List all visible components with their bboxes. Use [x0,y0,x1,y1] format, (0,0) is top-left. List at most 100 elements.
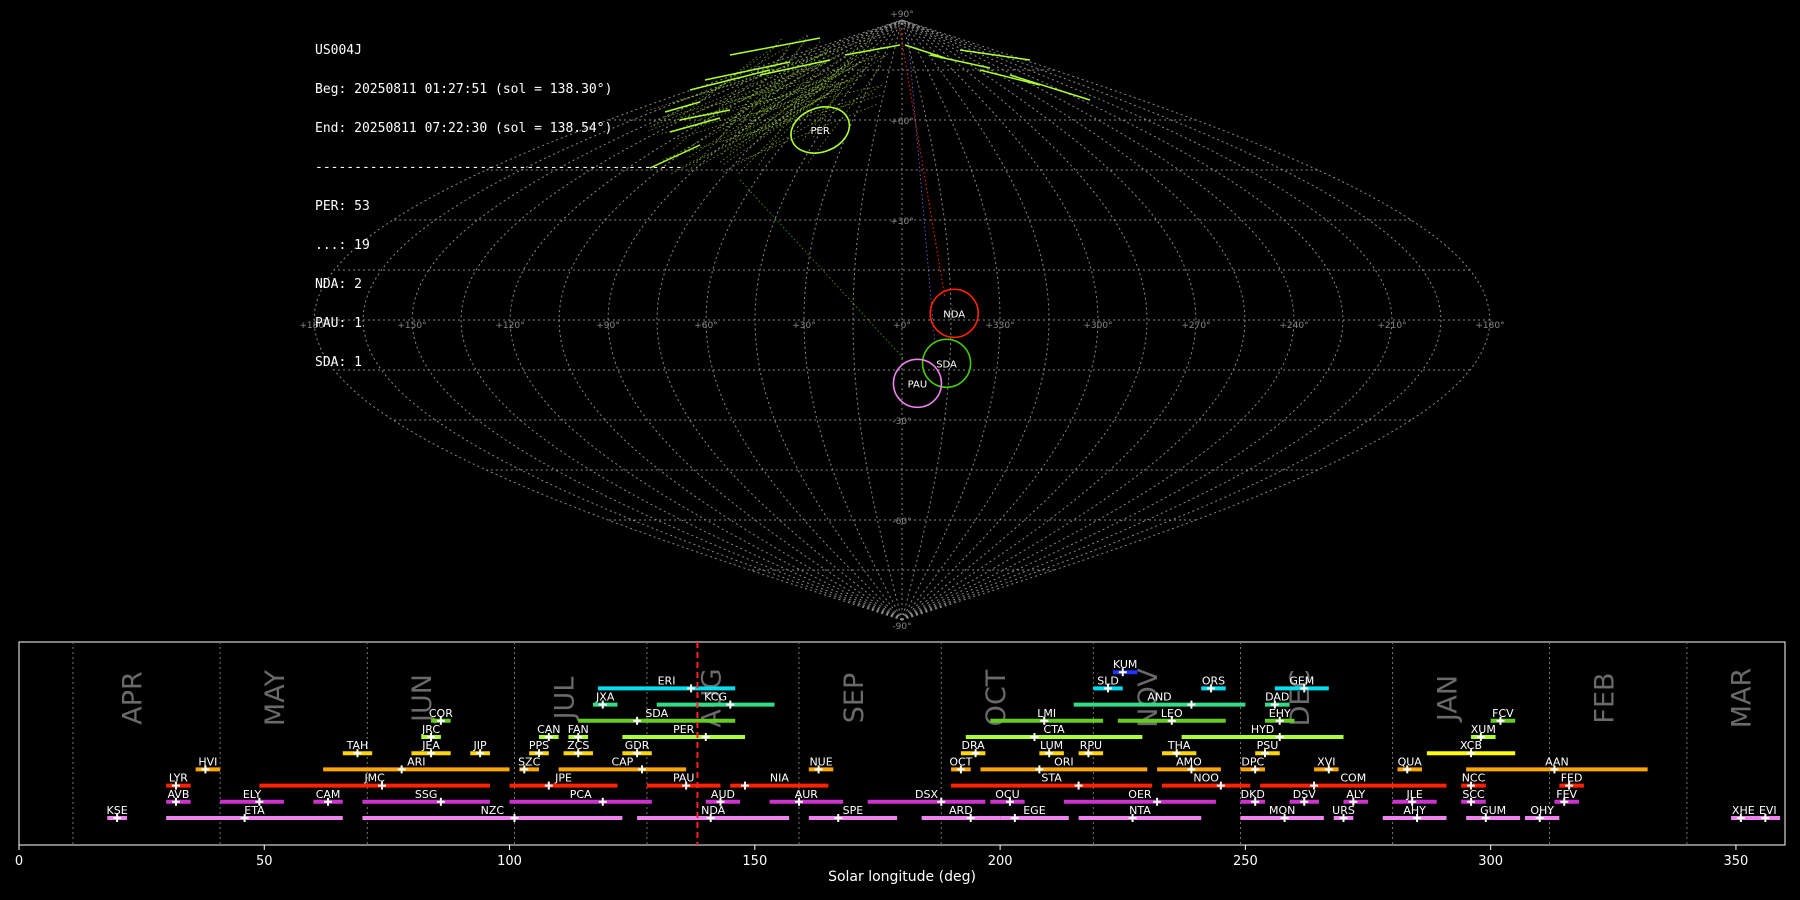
x-tick-label: 50 [256,854,273,869]
shower-label: JPE [554,772,572,785]
station-id: US004J [315,43,362,58]
shower-label: AMO [1176,755,1202,768]
shower-label: NCC [1462,772,1486,785]
trail-line [729,42,870,154]
shower-label: DSV [1293,788,1316,801]
trail-line [745,47,827,132]
month-label: JUL [549,677,580,722]
longitude-label: +60° [694,321,718,331]
trail-line [907,34,936,346]
shower-label: QUA [1398,755,1423,768]
shower-label: XUM [1471,723,1496,736]
month-label: MAR [1727,668,1758,729]
shower-label: LEO [1161,707,1183,720]
shower-label: ARI [407,755,425,768]
trail-line [678,50,848,130]
longitude-label: +330° [985,321,1014,331]
shower-label: SDA [645,707,668,720]
shower-label: PCA [570,788,592,801]
shower-label: SSG [415,788,438,801]
shower-label: KSE [107,804,128,817]
month-label: SEP [839,673,870,723]
trail-segment [844,44,901,56]
shower-label: MON [1269,804,1295,817]
shower-label: ETA [244,804,265,817]
shower-label: OCT [949,755,972,768]
meteor-trails [644,29,1091,361]
shower-label: THA [1167,739,1191,752]
shower-label: JXA [595,691,615,704]
shower-label: JMC [363,772,385,785]
shower-label: AUR [795,788,819,801]
month-label: OCT [981,669,1012,726]
latitude-label: -90° [892,622,911,630]
trail-line [687,91,764,173]
month-label: FEB [1589,672,1620,723]
shower-label: COM [1340,772,1366,785]
x-tick-label: 200 [988,854,1013,869]
shower-label: AVB [167,788,189,801]
x-axis-label: Solar longitude (deg) [828,869,976,885]
shower-label: ALY [1346,788,1365,801]
trail-segment [689,69,771,91]
shower-label: PPS [529,739,549,752]
shower-label: PAU [673,772,695,785]
shower-label: URS [1332,804,1355,817]
trail-line [670,76,763,104]
x-tick-label: 150 [742,854,767,869]
x-axis: 0 50 100 150 200 250 300 350 [15,845,1748,869]
detection-info: US004J Beg: 20250811 01:27:51 (sol = 138… [315,18,683,382]
shower-label: SLD [1097,674,1119,687]
shower-label: SPE [843,804,864,817]
shower-label: XCB [1460,739,1482,752]
shower-label: STA [1041,772,1062,785]
count-sporadic: ...: 19 [315,238,370,253]
trail-line [736,104,877,163]
trail-segment [1009,74,1091,101]
shower-label: AUD [711,788,735,801]
shower-label: DPC [1241,755,1264,768]
trail-line [730,52,880,134]
shower-label: CAN [537,723,560,736]
x-tick-label: 300 [1478,854,1503,869]
count-sda: SDA: 1 [315,355,362,370]
shower-label: GUM [1480,804,1506,817]
shower-label: SCC [1462,788,1485,801]
shower-label: DKD [1241,788,1265,801]
trail-line [806,65,882,165]
radiant-markers: PER NDA SDA PAU [790,106,980,409]
shower-label: COR [429,707,453,720]
shower-label: ELY [243,788,262,801]
meridian-line [901,19,1491,621]
shower-label: ORI [1054,755,1074,768]
latitude-label: +60° [890,117,914,127]
shower-label: ZCS [567,739,589,752]
trail-segment [729,37,821,56]
radiant-label: SDA [936,359,957,370]
shower-label: SZC [518,755,541,768]
shower-label: XVI [1317,755,1335,768]
shower-label: LMI [1037,707,1056,720]
shower-label: OHY [1530,804,1554,817]
x-tick-label: 350 [1724,854,1749,869]
trail-line [687,79,857,119]
sky-map: +180° +150° +120° +90° +60° +30° +0° +330° +300°… [299,10,1504,630]
shower-label: GDR [625,739,650,752]
count-pau: PAU: 1 [315,316,362,331]
shower-label: AND [1147,691,1171,704]
shower-label: KCG [704,691,727,704]
shower-label: HVI [198,755,217,768]
shower-label: AHY [1403,804,1426,817]
count-nda: NDA: 2 [315,277,362,292]
shower-label: EGE [1023,804,1045,817]
shower-label: JIP [473,739,487,752]
longitude-label: +300° [1083,321,1112,331]
shower-label: OER [1128,788,1152,801]
trail-segment [904,44,946,59]
trail-line [722,86,880,173]
shower-label: PSU [1257,739,1279,752]
shower-label: DSX [915,788,938,801]
longitude-label: +270° [1181,321,1210,331]
longitude-label: +30° [792,321,816,331]
shower-label: PER [673,723,695,736]
